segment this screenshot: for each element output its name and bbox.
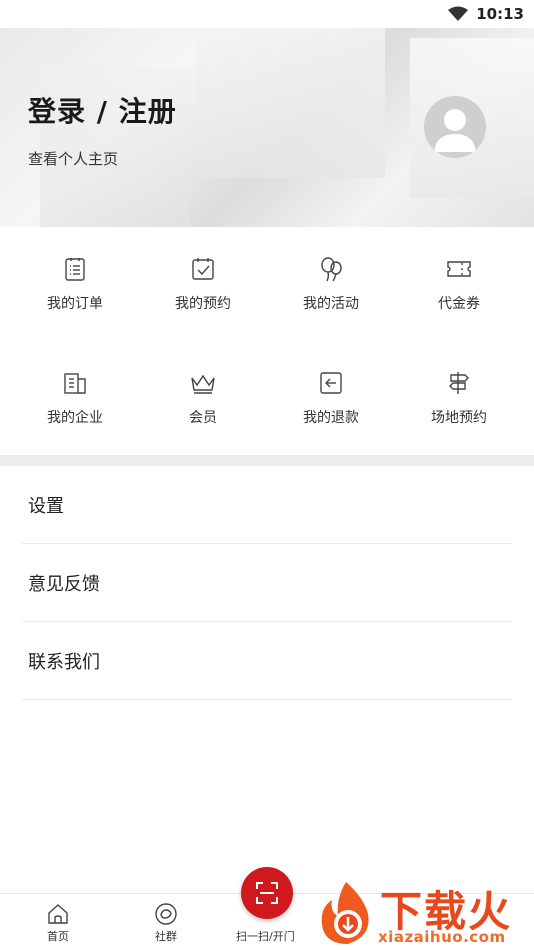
menu-item-settings[interactable]: 设置	[22, 466, 512, 544]
scan-icon	[256, 882, 278, 904]
flame-logo-icon	[321, 882, 369, 944]
nav-community[interactable]: 社群	[154, 902, 178, 944]
community-icon	[155, 903, 177, 925]
grid-item-my-orders[interactable]: 我的订单	[11, 227, 139, 341]
watermark: 下载火 xiazaihuo.com	[314, 878, 534, 949]
grid-item-label: 我的订单	[47, 296, 103, 312]
order-list-icon	[65, 258, 85, 281]
grid-item-label: 我的活动	[303, 296, 359, 312]
grid-item-label: 会员	[189, 410, 217, 426]
grid-item-label: 代金券	[438, 296, 480, 312]
view-profile-link[interactable]: 查看个人主页	[28, 148, 118, 169]
nav-community-label: 社群	[155, 930, 177, 943]
grid-item-venue-booking[interactable]: 场地预约	[395, 341, 523, 455]
grid-item-my-refunds[interactable]: 我的退款	[267, 341, 395, 455]
profile-header[interactable]: 登录 / 注册 查看个人主页	[0, 28, 534, 227]
watermark-url: xiazaihuo.com	[378, 928, 506, 946]
nav-home-label: 首页	[47, 930, 69, 943]
function-grid: 我的订单 我的预约 我的活动 代金券 我的企业 会员 我的退款 场地预约	[0, 227, 534, 455]
balloons-icon	[321, 257, 342, 282]
grid-item-label: 我的企业	[47, 410, 103, 426]
calendar-check-icon	[192, 258, 214, 280]
menu-item-contact-us[interactable]: 联系我们	[22, 622, 512, 700]
grid-item-label: 场地预约	[431, 410, 487, 426]
avatar[interactable]	[424, 96, 486, 158]
header-background-shape	[195, 28, 385, 178]
default-avatar-icon	[424, 96, 486, 158]
signpost-icon	[449, 372, 469, 394]
wifi-icon	[448, 6, 469, 21]
status-bar: 10:13	[0, 0, 534, 28]
grid-item-vouchers[interactable]: 代金券	[395, 227, 523, 341]
login-register-title[interactable]: 登录 / 注册	[28, 90, 177, 130]
nav-home[interactable]: 首页	[46, 902, 70, 944]
scan-button[interactable]	[241, 867, 293, 919]
grid-row: 我的订单 我的预约 我的活动 代金券	[0, 227, 534, 341]
home-icon	[48, 904, 68, 924]
grid-item-my-reservations[interactable]: 我的预约	[139, 227, 267, 341]
crown-icon	[191, 374, 215, 394]
grid-item-label: 我的预约	[175, 296, 231, 312]
nav-scan[interactable]: 扫一扫/开门	[236, 928, 295, 944]
grid-item-my-activities[interactable]: 我的活动	[267, 227, 395, 341]
status-time: 10:13	[476, 5, 524, 23]
ticket-icon	[447, 261, 471, 277]
grid-item-label: 我的退款	[303, 410, 359, 426]
settings-menu: 设置 意见反馈 联系我们	[22, 466, 512, 700]
building-icon	[64, 373, 86, 394]
menu-item-feedback[interactable]: 意见反馈	[22, 544, 512, 622]
section-divider	[0, 455, 534, 466]
nav-scan-label: 扫一扫/开门	[236, 930, 295, 943]
grid-item-my-company[interactable]: 我的企业	[11, 341, 139, 455]
grid-item-membership[interactable]: 会员	[139, 341, 267, 455]
refund-icon	[320, 372, 342, 394]
grid-row: 我的企业 会员 我的退款 场地预约	[0, 341, 534, 455]
